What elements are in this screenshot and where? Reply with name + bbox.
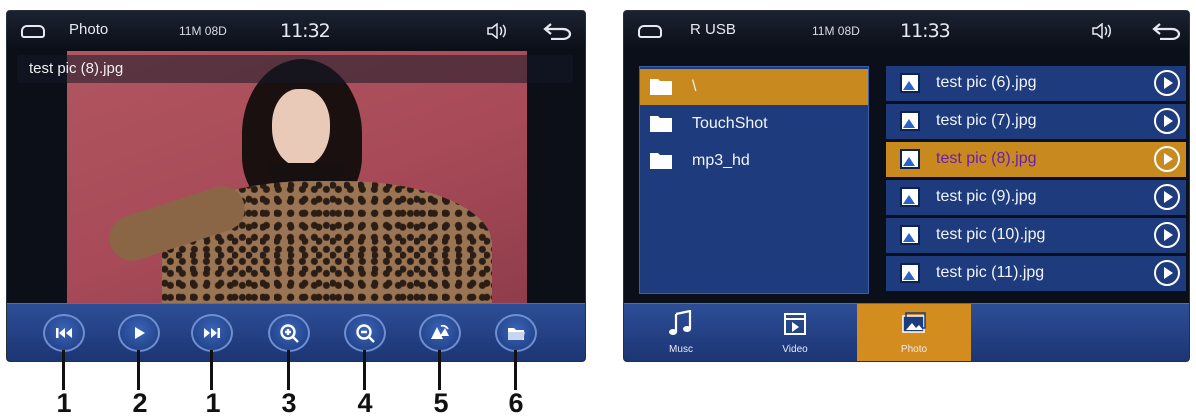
callout-line-4	[287, 350, 290, 390]
photo-icon	[902, 312, 926, 333]
file-label: test pic (10).jpg	[936, 226, 1046, 243]
folder-item-root[interactable]: \	[640, 69, 868, 105]
folder-item-touchshot[interactable]: TouchShot	[640, 106, 868, 142]
file-list: test pic (6).jpg test pic (7).jpg test p…	[886, 66, 1186, 294]
file-label: test pic (7).jpg	[936, 112, 1037, 129]
file-label: test pic (6).jpg	[936, 74, 1037, 91]
image-file-icon	[900, 263, 920, 283]
face-shape	[272, 89, 330, 167]
play-button[interactable]	[118, 314, 160, 352]
folder-label: \	[692, 78, 697, 95]
play-circle-icon[interactable]	[1154, 146, 1180, 172]
callout-line-2	[137, 350, 140, 390]
skip-forward-icon	[204, 328, 220, 338]
home-icon[interactable]	[638, 25, 662, 38]
image-file-icon	[900, 187, 920, 207]
zoom-out-button[interactable]	[344, 314, 386, 352]
file-label: test pic (11).jpg	[936, 264, 1045, 281]
tab-music[interactable]: Musc	[624, 304, 738, 361]
photo-display-area[interactable]	[7, 51, 585, 304]
rotate-icon	[431, 324, 449, 339]
status-bar: Photo 11M 08D 11:32	[7, 11, 585, 51]
volume-icon[interactable]	[487, 23, 507, 39]
memory-indicator: 11M 08D	[812, 24, 860, 38]
usb-browser-screen: R USB 11M 08D 11:33 \ TouchShot mp3_hd t…	[623, 10, 1190, 362]
folder-label: mp3_hd	[692, 152, 750, 169]
folder-icon	[650, 116, 672, 132]
file-item[interactable]: test pic (11).jpg	[886, 256, 1186, 291]
callout-line-5	[363, 350, 366, 390]
callout-number: 1	[56, 388, 72, 417]
play-circle-icon[interactable]	[1154, 70, 1180, 96]
callout-line-3	[210, 350, 213, 390]
image-file-icon	[900, 149, 920, 169]
current-filename: test pic (8).jpg	[29, 60, 124, 77]
file-item[interactable]: test pic (10).jpg	[886, 218, 1186, 253]
play-circle-icon[interactable]	[1154, 222, 1180, 248]
photo-image[interactable]	[67, 51, 527, 304]
rotate-button[interactable]	[419, 314, 461, 352]
image-file-icon	[900, 73, 920, 93]
volume-icon[interactable]	[1092, 23, 1112, 39]
previous-button[interactable]	[43, 314, 85, 352]
home-icon[interactable]	[21, 25, 45, 38]
tab-video[interactable]: Video	[738, 304, 852, 361]
play-circle-icon[interactable]	[1154, 108, 1180, 134]
music-icon	[669, 310, 692, 335]
callout-line-6	[438, 350, 441, 390]
callout-number: 6	[508, 388, 524, 417]
image-file-icon	[900, 111, 920, 131]
zoom-in-icon	[280, 324, 299, 343]
folder-item-mp3-hd[interactable]: mp3_hd	[640, 143, 868, 179]
folder-open-icon	[508, 328, 525, 340]
status-bar: R USB 11M 08D 11:33	[624, 11, 1189, 51]
file-label: test pic (8).jpg	[936, 150, 1037, 167]
source-tab-bar: Musc Video Photo	[624, 303, 1189, 361]
tab-label: Musc	[669, 344, 693, 355]
video-icon	[784, 313, 806, 335]
callout-line-7	[514, 350, 517, 390]
callout-number: 5	[433, 388, 449, 417]
memory-indicator: 11M 08D	[179, 24, 227, 38]
callout-number: 2	[132, 388, 148, 417]
callout-line-1	[62, 350, 65, 390]
folder-label: TouchShot	[692, 115, 768, 132]
skip-back-icon	[56, 328, 72, 338]
photo-viewer-screen: Photo 11M 08D 11:32 test pic (8).jpg	[6, 10, 586, 362]
tab-label: Photo	[900, 344, 928, 355]
folder-list: \ TouchShot mp3_hd	[639, 66, 869, 294]
file-item[interactable]: test pic (9).jpg	[886, 180, 1186, 215]
callout-number: 1	[205, 388, 221, 417]
tab-label: Video	[782, 344, 808, 355]
control-bar	[7, 303, 585, 361]
play-circle-icon[interactable]	[1154, 184, 1180, 210]
file-item[interactable]: test pic (6).jpg	[886, 66, 1186, 101]
image-file-icon	[900, 225, 920, 245]
tab-photo[interactable]: Photo	[857, 304, 971, 361]
next-button[interactable]	[191, 314, 233, 352]
back-icon[interactable]	[1152, 22, 1182, 40]
file-item[interactable]: test pic (7).jpg	[886, 104, 1186, 139]
file-label: test pic (9).jpg	[936, 188, 1037, 205]
folder-button[interactable]	[495, 314, 537, 352]
callout-number: 4	[357, 388, 373, 417]
filename-bar: test pic (8).jpg	[17, 55, 573, 83]
clock: 11:33	[900, 20, 951, 42]
zoom-out-icon	[356, 324, 375, 343]
screen-title: Photo	[69, 21, 109, 38]
callout-number: 3	[281, 388, 297, 417]
screen-title: R USB	[690, 21, 736, 38]
back-icon[interactable]	[543, 22, 573, 40]
play-icon	[135, 327, 145, 339]
zoom-in-button[interactable]	[268, 314, 310, 352]
folder-icon	[650, 153, 672, 169]
clock: 11:32	[280, 20, 331, 42]
file-item-selected[interactable]: test pic (8).jpg	[886, 142, 1186, 177]
folder-icon	[650, 79, 672, 95]
play-circle-icon[interactable]	[1154, 260, 1180, 286]
